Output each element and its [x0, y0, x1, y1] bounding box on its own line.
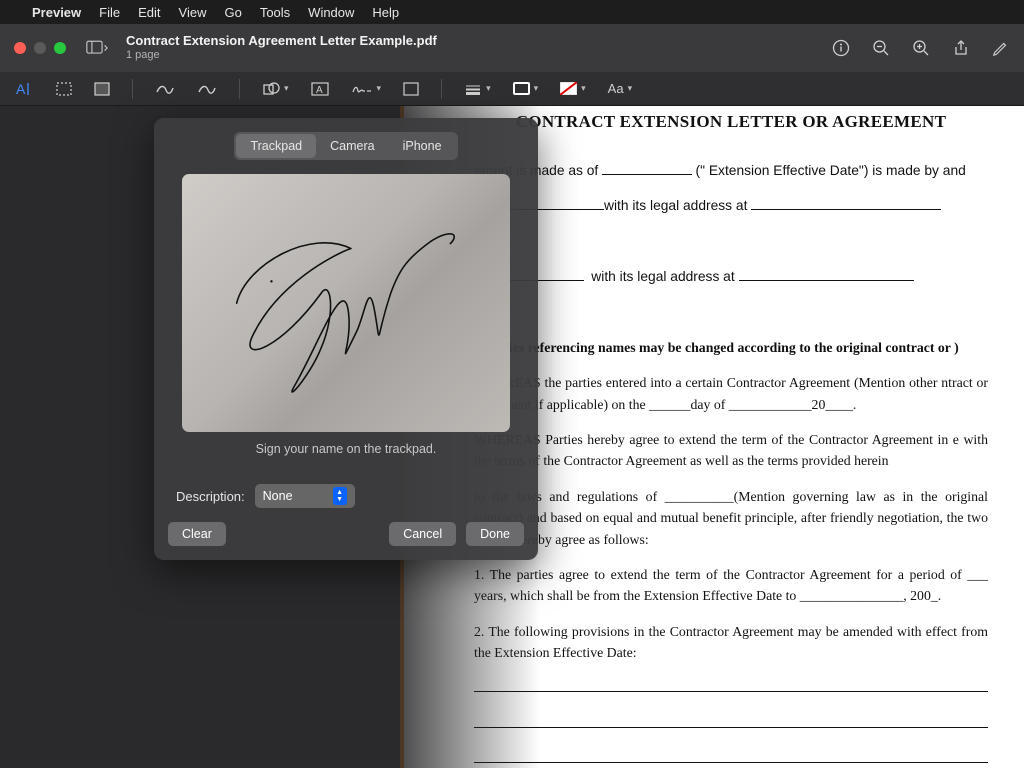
- draw-tool[interactable]: [193, 79, 221, 99]
- text-selection-tool[interactable]: A: [12, 78, 38, 100]
- signature-popover: Trackpad Camera iPhone Sign your name on…: [154, 118, 538, 560]
- menu-tools[interactable]: Tools: [260, 5, 290, 20]
- doc-paragraph: WHEREAS the parties entered into a certa…: [474, 372, 988, 415]
- sign-menu[interactable]: ▾: [347, 79, 386, 99]
- chevron-down-icon: ▾: [377, 83, 382, 94]
- window-title: Contract Extension Agreement Letter Exam…: [126, 34, 437, 49]
- description-select[interactable]: None ▲▼: [255, 484, 355, 508]
- close-window-button[interactable]: [14, 42, 26, 54]
- doc-paragraph: with its legal address at: [474, 266, 988, 287]
- doc-heading: CONTRACT EXTENSION LETTER OR AGREEMENT: [474, 112, 988, 132]
- signature-canvas[interactable]: [182, 174, 510, 432]
- traffic-lights: [14, 42, 66, 54]
- markup-toolbar: A ▾ A ▾ ▾ ▾ ▾ Aa ▾: [0, 72, 1024, 106]
- zoom-in-icon[interactable]: [912, 39, 930, 57]
- doc-paragraph: [474, 748, 988, 768]
- doc-paragraph: [474, 713, 988, 734]
- doc-paragraph: WHEREAS Parties hereby agree to extend t…: [474, 429, 988, 472]
- signature-source-tabs: Trackpad Camera iPhone: [234, 132, 457, 160]
- sidebar-toggle-button[interactable]: [86, 39, 108, 57]
- rectangular-selection-tool[interactable]: [52, 79, 76, 99]
- border-color-swatch: [513, 82, 530, 95]
- doc-paragraph: ractor": [474, 302, 988, 323]
- note-tool[interactable]: [399, 79, 423, 99]
- svg-text:A: A: [316, 85, 323, 96]
- redact-tool[interactable]: [90, 79, 114, 99]
- fill-color-menu[interactable]: ▾: [556, 79, 590, 98]
- minimize-window-button[interactable]: [34, 42, 46, 54]
- doc-paragraph: to the laws and regulations of _________…: [474, 486, 988, 550]
- doc-paragraph: ement is made as of (" Extension Effecti…: [474, 160, 988, 181]
- tab-camera[interactable]: Camera: [316, 134, 388, 158]
- zoom-window-button[interactable]: [54, 42, 66, 54]
- doc-paragraph: [474, 677, 988, 698]
- chevron-down-icon: ▾: [628, 83, 633, 94]
- app-menu[interactable]: Preview: [32, 5, 81, 20]
- menu-window[interactable]: Window: [308, 5, 354, 20]
- tab-iphone[interactable]: iPhone: [389, 134, 456, 158]
- window-subtitle: 1 page: [126, 49, 437, 62]
- sketch-tool[interactable]: [151, 79, 179, 99]
- doc-paragraph: er": [474, 231, 988, 252]
- window-titlebar: Contract Extension Agreement Letter Exam…: [0, 24, 1024, 72]
- border-color-menu[interactable]: ▾: [509, 79, 543, 98]
- system-menubar: Preview File Edit View Go Tools Window H…: [0, 0, 1024, 24]
- text-style-menu[interactable]: Aa ▾: [604, 78, 636, 99]
- markup-toggle-icon[interactable]: [992, 39, 1010, 57]
- chevron-down-icon: ▾: [534, 83, 539, 94]
- tab-trackpad[interactable]: Trackpad: [236, 134, 316, 158]
- chevron-down-icon: ▾: [486, 83, 491, 94]
- doc-paragraph: with its legal address at: [474, 195, 988, 216]
- share-icon[interactable]: [952, 39, 970, 57]
- document-area: CONTRACT EXTENSION LETTER OR AGREEMENT e…: [0, 106, 1024, 768]
- info-icon[interactable]: [832, 39, 850, 57]
- text-box-tool[interactable]: A: [307, 79, 333, 99]
- menu-file[interactable]: File: [99, 5, 120, 20]
- menu-view[interactable]: View: [179, 5, 207, 20]
- doc-paragraph: 2. The following provisions in the Contr…: [474, 621, 988, 664]
- cancel-button[interactable]: Cancel: [389, 522, 456, 546]
- line-weight-menu[interactable]: ▾: [460, 80, 495, 98]
- chevron-down-icon: ▾: [284, 83, 289, 94]
- shapes-menu[interactable]: ▾: [258, 79, 293, 99]
- doc-paragraph: 1. The parties agree to extend the term …: [474, 564, 988, 607]
- done-button[interactable]: Done: [466, 522, 524, 546]
- signature-hint: Sign your name on the trackpad.: [154, 442, 538, 456]
- description-value: None: [263, 489, 293, 503]
- menu-help[interactable]: Help: [372, 5, 399, 20]
- select-stepper-icon: ▲▼: [333, 487, 347, 505]
- chevron-down-icon: ▾: [581, 83, 586, 94]
- menu-go[interactable]: Go: [224, 5, 241, 20]
- text-style-label: Aa: [608, 81, 624, 96]
- menu-edit[interactable]: Edit: [138, 5, 160, 20]
- zoom-out-icon[interactable]: [872, 39, 890, 57]
- description-label: Description:: [176, 489, 245, 504]
- clear-button[interactable]: Clear: [168, 522, 226, 546]
- svg-text:A: A: [16, 81, 26, 97]
- window-title-group: Contract Extension Agreement Letter Exam…: [126, 34, 437, 62]
- doc-paragraph: e parties referencing names may be chang…: [474, 337, 988, 358]
